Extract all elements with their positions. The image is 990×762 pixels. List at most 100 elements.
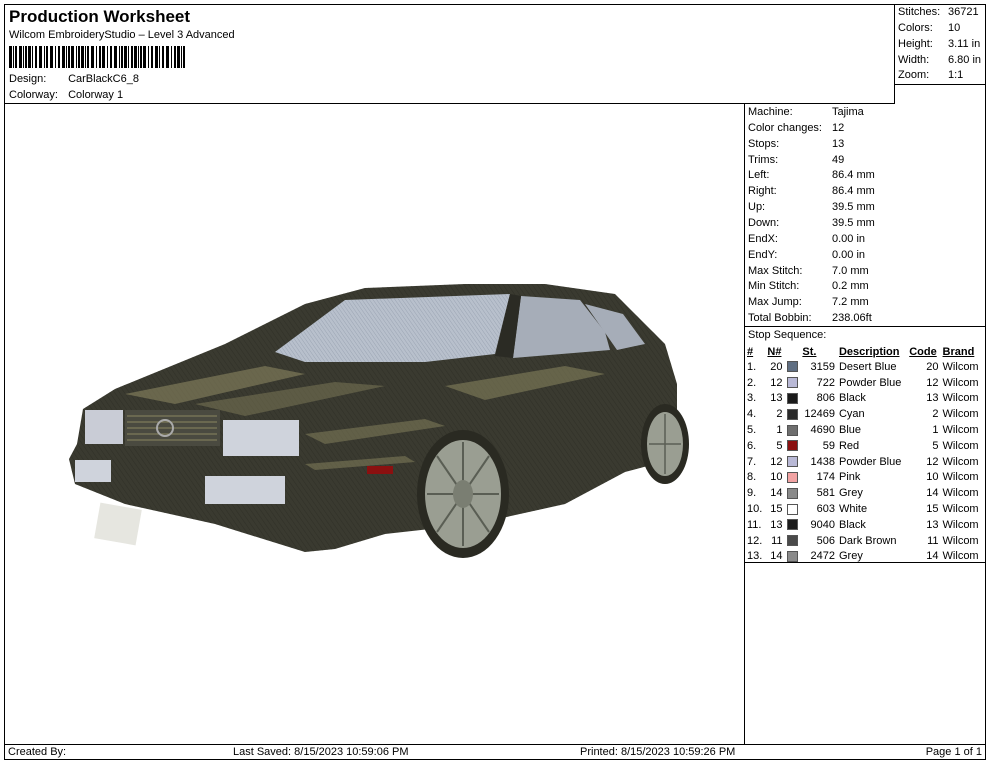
color-code: 10 xyxy=(926,471,939,484)
color-description: Dark Brown xyxy=(838,534,897,547)
stitch-count: 4690 xyxy=(810,424,835,437)
thread-color-swatch xyxy=(786,393,798,405)
stat-value: 1:1 xyxy=(948,69,964,81)
needle-number: 10 xyxy=(770,471,783,484)
barcode-bar xyxy=(35,46,37,68)
stat-row: Stitches: 36721 xyxy=(898,6,979,18)
property-row: Min Stitch: 0.2 mm xyxy=(748,280,869,292)
property-value: 39.5 mm xyxy=(832,201,875,213)
stitch-count: 806 xyxy=(816,392,835,405)
stitch-count: 12469 xyxy=(804,408,835,421)
barcode-bar xyxy=(76,46,77,68)
thread-color-swatch xyxy=(786,472,798,484)
thread-color-swatch xyxy=(786,377,798,389)
color-code: 1 xyxy=(932,424,939,437)
barcode-bar xyxy=(58,46,60,68)
barcode-bar xyxy=(143,46,146,68)
thread-color-swatch xyxy=(786,487,798,499)
colorway-label: Colorway: xyxy=(9,89,58,101)
color-swatch xyxy=(785,406,801,422)
color-swatch xyxy=(785,375,801,391)
stitch-count: 603 xyxy=(816,503,835,516)
stitch-count: 59 xyxy=(822,439,835,452)
barcode-bar xyxy=(107,46,108,68)
barcode-bar xyxy=(119,46,120,68)
barcode-bar xyxy=(110,46,112,68)
thread-color-swatch xyxy=(786,503,798,515)
barcode-bar xyxy=(66,46,67,68)
thread-color-swatch xyxy=(786,535,798,547)
property-label: Min Stitch: xyxy=(748,280,800,292)
design-preview xyxy=(5,104,745,744)
property-row: Max Jump: 7.2 mm xyxy=(748,296,869,308)
color-swatch xyxy=(785,470,801,486)
barcode-bar xyxy=(46,46,48,68)
barcode-bar xyxy=(155,46,158,68)
table-row: 9. 14 581 Grey 14 Wilcom xyxy=(745,485,983,501)
property-value: 12 xyxy=(832,122,845,134)
table-row: 8. 10 174 Pink 10 Wilcom xyxy=(745,470,983,486)
barcode-bar xyxy=(96,46,97,68)
color-swatch xyxy=(785,501,801,517)
stat-row: Zoom: 1:1 xyxy=(898,69,963,81)
property-value: 86.4 mm xyxy=(832,169,875,181)
thread-brand: Wilcom xyxy=(942,534,979,547)
software-name: Wilcom EmbroideryStudio – Level 3 Advanc… xyxy=(9,29,235,41)
row-index: 9. xyxy=(747,487,757,500)
color-swatch xyxy=(785,359,801,375)
worksheet-footer: Created By: Last Saved: 8/15/2023 10:59:… xyxy=(5,744,985,760)
barcode-bar xyxy=(81,46,84,68)
property-label: Max Jump: xyxy=(748,296,802,308)
stop-sequence-title: Stop Sequence: xyxy=(748,329,827,341)
worksheet-header: Production Worksheet Wilcom EmbroiderySt… xyxy=(5,5,895,104)
stitch-count: 581 xyxy=(816,487,835,500)
color-code: 14 xyxy=(926,487,939,500)
needle-number: 5 xyxy=(776,439,783,452)
property-row: Up: 39.5 mm xyxy=(748,201,875,213)
row-index: 5. xyxy=(747,424,757,437)
thread-color-swatch xyxy=(786,424,798,436)
property-label: Trims: xyxy=(748,154,779,166)
barcode-bar xyxy=(50,46,53,68)
stat-value: 6.80 in xyxy=(948,54,982,66)
property-row: Down: 39.5 mm xyxy=(748,217,875,229)
page-title: Production Worksheet xyxy=(9,7,191,26)
barcode-bar xyxy=(166,46,169,68)
barcode-bar xyxy=(13,46,14,68)
thread-brand: Wilcom xyxy=(942,455,979,468)
property-row: Trims: 49 xyxy=(748,154,844,166)
stitch-count: 506 xyxy=(816,534,835,547)
color-swatch xyxy=(785,422,801,438)
barcode-bar xyxy=(134,46,137,68)
color-code: 2 xyxy=(932,408,939,421)
table-row: 4. 2 12469 Cyan 2 Wilcom xyxy=(745,406,983,422)
table-row: 12. 11 506 Dark Brown 11 Wilcom xyxy=(745,533,983,549)
barcode-bar xyxy=(28,46,31,68)
barcode-bar xyxy=(85,46,86,68)
created-by: Created By: xyxy=(8,746,67,758)
barcode-bar xyxy=(183,46,185,68)
barcode-bar xyxy=(25,46,27,68)
color-code: 13 xyxy=(926,392,939,405)
stitch-count: 1438 xyxy=(810,455,835,468)
color-code: 13 xyxy=(926,518,939,531)
barcode-bar xyxy=(23,46,24,68)
color-swatch xyxy=(785,517,801,533)
needle-number: 12 xyxy=(770,455,783,468)
row-index: 3. xyxy=(747,392,757,405)
barcode-bar xyxy=(71,46,74,68)
color-code: 12 xyxy=(926,455,939,468)
column-header: # xyxy=(747,345,754,358)
color-description: White xyxy=(838,503,868,516)
design-label: Design: xyxy=(9,73,47,85)
needle-number: 14 xyxy=(770,487,783,500)
stop-sequence-rows: 1. 20 3159 Desert Blue 20 Wilcom 2. 12 722 Powder… xyxy=(745,359,983,564)
thread-brand: Wilcom xyxy=(942,487,979,500)
design-row: Design: CarBlackC6_8 xyxy=(9,73,139,85)
property-value: 86.4 mm xyxy=(832,185,875,197)
color-description: Black xyxy=(838,392,866,405)
row-index: 10. xyxy=(747,503,763,516)
table-row: 11. 13 9040 Black 13 Wilcom xyxy=(745,517,983,533)
thread-color-swatch xyxy=(786,456,798,468)
property-row: Total Bobbin: 238.06ft xyxy=(748,312,872,324)
